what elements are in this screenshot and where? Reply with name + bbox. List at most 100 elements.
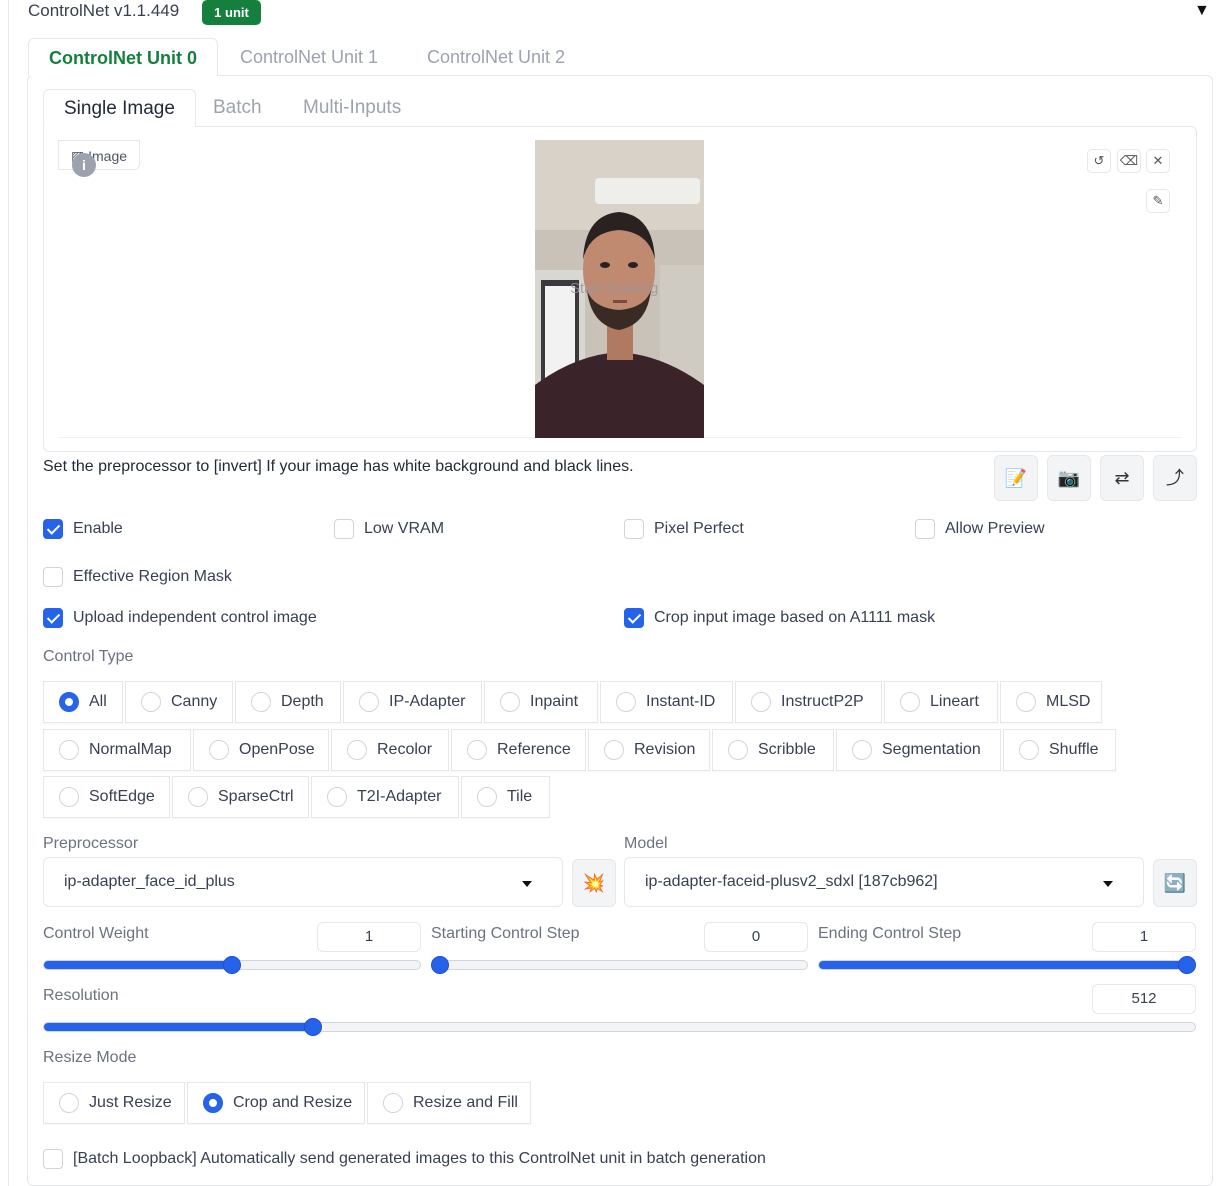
slider-thumb[interactable] (223, 956, 241, 974)
checkbox-box[interactable] (43, 567, 63, 587)
radio-dot (900, 692, 920, 712)
swap-icon[interactable]: ⇄ (1100, 455, 1144, 501)
radio-dot (59, 787, 79, 807)
control-type-instant-id[interactable]: Instant-ID (600, 681, 733, 723)
radio-dot (327, 787, 347, 807)
control-type-all[interactable]: All (43, 681, 123, 723)
control-type-reference[interactable]: Reference (451, 729, 586, 771)
preprocessor-label: Preprocessor (43, 835, 139, 852)
control-type-depth[interactable]: Depth (235, 681, 341, 723)
resize-mode-label: Resize Mode (43, 1049, 137, 1066)
ending-step-input[interactable]: 1 (1092, 922, 1196, 952)
radio-dot (251, 692, 271, 712)
tab-multi-inputs[interactable]: Multi-Inputs (283, 89, 421, 127)
control-type-normalmap[interactable]: NormalMap (43, 729, 191, 771)
control-type-label: Control Type (43, 648, 134, 665)
tab-controlnet-unit-0[interactable]: ControlNet Unit 0 (28, 38, 218, 76)
control-type-sparsectrl[interactable]: SparseCtrl (172, 776, 309, 818)
slider-fill (819, 961, 1195, 969)
slider-fill (44, 961, 232, 969)
radio-dot (359, 692, 379, 712)
checkbox-box[interactable] (43, 608, 63, 628)
checkbox-box[interactable] (43, 1149, 63, 1169)
control-type-mlsd[interactable]: MLSD (1000, 681, 1102, 723)
control-type-tile[interactable]: Tile (461, 776, 550, 818)
control-type-t2i-adapter[interactable]: T2I-Adapter (311, 776, 459, 818)
ending-step-slider[interactable] (818, 960, 1196, 970)
tab-batch[interactable]: Batch (193, 89, 282, 127)
control-weight-label: Control Weight (43, 925, 149, 942)
control-type-lineart[interactable]: Lineart (884, 681, 998, 723)
checkbox-box[interactable] (334, 519, 354, 539)
camera-icon[interactable]: 📷 (1047, 455, 1091, 501)
radio-dot (751, 692, 771, 712)
canvas-hint: Start drawing (570, 280, 659, 297)
slider-thumb[interactable] (1178, 956, 1196, 974)
brush-icon[interactable]: ✎ (1146, 189, 1170, 213)
resolution-slider[interactable] (43, 1022, 1196, 1032)
starting-step-slider[interactable] (431, 960, 808, 970)
resolution-input[interactable]: 512 (1092, 984, 1196, 1014)
radio-dot (59, 740, 79, 760)
info-icon[interactable]: i (72, 153, 96, 177)
radio-dot (467, 740, 487, 760)
radio-dot (203, 1093, 223, 1113)
slider-thumb[interactable] (304, 1018, 323, 1036)
send-dimensions-icon[interactable]: ⤴ (1153, 455, 1197, 501)
model-dropdown[interactable]: ip-adapter-faceid-plusv2_sdxl [187cb962] (624, 857, 1144, 907)
left-border (8, 0, 9, 1186)
resize-mode-resize-and-fill[interactable]: Resize and Fill (367, 1082, 531, 1124)
control-type-segmentation[interactable]: Segmentation (836, 729, 1001, 771)
unit-count-badge: 1 unit (202, 0, 261, 25)
image-label: ▨ Image (58, 140, 141, 170)
control-type-softedge[interactable]: SoftEdge (43, 776, 170, 818)
slider-thumb[interactable] (431, 956, 449, 974)
control-type-revision[interactable]: Revision (588, 729, 710, 771)
checkbox-box[interactable] (624, 519, 644, 539)
radio-dot (383, 1093, 403, 1113)
triangle-down-icon[interactable]: ▼ (1194, 2, 1210, 20)
tab-controlnet-unit-1[interactable]: ControlNet Unit 1 (220, 38, 398, 76)
close-icon[interactable]: ✕ (1146, 149, 1170, 173)
radio-dot (141, 692, 161, 712)
control-type-shuffle[interactable]: Shuffle (1003, 729, 1116, 771)
resize-mode-just-resize[interactable]: Just Resize (43, 1082, 185, 1124)
radio-dot (59, 692, 79, 712)
radio-dot (728, 740, 748, 760)
control-type-recolor[interactable]: Recolor (331, 729, 449, 771)
ending-step-label: Ending Control Step (818, 925, 962, 942)
control-type-instructp2p[interactable]: InstructP2P (735, 681, 882, 723)
refresh-models-icon[interactable]: 🔄 (1153, 859, 1197, 907)
radio-dot (347, 740, 367, 760)
control-type-scribble[interactable]: Scribble (712, 729, 834, 771)
edit-canvas-icon[interactable]: 📝 (994, 455, 1038, 501)
radio-dot (852, 740, 872, 760)
control-type-canny[interactable]: Canny (125, 681, 233, 723)
checkbox-box[interactable] (624, 608, 644, 628)
radio-dot (59, 1093, 79, 1113)
eraser-icon[interactable]: ⌫ (1117, 149, 1141, 173)
chevron-down-icon (522, 881, 532, 887)
control-weight-input[interactable]: 1 (317, 922, 421, 952)
tab-single-image[interactable]: Single Image (43, 89, 196, 127)
control-type-inpaint[interactable]: Inpaint (484, 681, 598, 723)
tab-controlnet-unit-2[interactable]: ControlNet Unit 2 (407, 38, 585, 76)
extension-title: ControlNet v1.1.449 (28, 1, 180, 20)
chevron-down-icon (1103, 881, 1113, 887)
starting-step-input[interactable]: 0 (704, 922, 808, 952)
control-type-openpose[interactable]: OpenPose (193, 729, 329, 771)
run-preprocessor-icon[interactable]: 💥 (572, 859, 616, 907)
control-type-ip-adapter[interactable]: IP-Adapter (343, 681, 482, 723)
slider-fill (44, 1023, 309, 1031)
radio-dot (188, 787, 208, 807)
radio-dot (209, 740, 229, 760)
checkbox-box[interactable] (915, 519, 935, 539)
radio-dot (1019, 740, 1039, 760)
preprocessor-dropdown[interactable]: ip-adapter_face_id_plus (43, 857, 563, 907)
undo-icon[interactable]: ↺ (1087, 149, 1111, 173)
resize-mode-crop-and-resize[interactable]: Crop and Resize (187, 1082, 365, 1124)
starting-step-label: Starting Control Step (431, 925, 580, 942)
checkbox-box[interactable] (43, 519, 63, 539)
model-label: Model (624, 835, 668, 852)
radio-dot (604, 740, 624, 760)
